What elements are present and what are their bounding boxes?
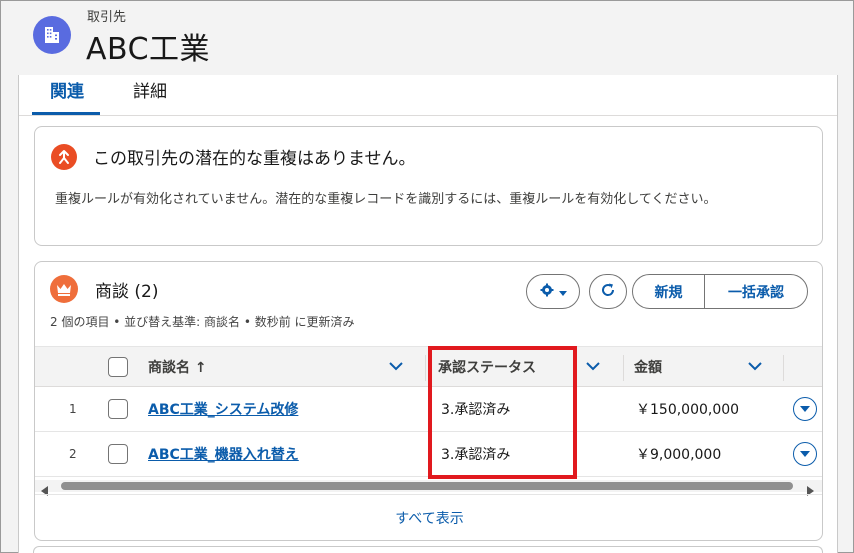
chevron-down-icon [748,359,762,375]
column-divider [425,355,426,381]
column-amount-label: 金額 [634,359,662,376]
settings-menu-button[interactable] [526,274,580,309]
bulk-approve-button[interactable]: 一括承認 [705,275,807,308]
column-header-status[interactable]: 承認ステータス [438,347,536,386]
column-menu-name[interactable] [389,347,403,386]
row-checkbox[interactable] [108,432,128,476]
duplicate-title: この取引先の潜在的な重複はありません。 [93,149,416,169]
action-button-group: 新規 一括承認 [632,274,808,309]
row-checkbox[interactable] [108,387,128,431]
merge-icon [51,144,77,170]
chevron-down-icon [389,359,403,375]
tab-related[interactable]: 関連 [32,81,100,115]
view-all-link[interactable]: すべて表示 [35,494,822,540]
record-header: 取引先 ABC工業 [18,0,838,72]
duplicate-message: 重複ルールが有効化されていません。潜在的な重複レコードを識別するには、重複ルール… [55,192,717,207]
related-list-title[interactable]: 商談 (2) [95,277,158,302]
caret-down-icon [800,401,810,417]
row-action-button[interactable] [793,387,817,431]
tab-details[interactable]: 詳細 [133,81,167,115]
scrollbar-thumb[interactable] [61,482,793,490]
horizontal-scrollbar[interactable] [35,480,822,496]
column-header-amount[interactable]: 金額 [634,347,662,386]
column-divider [783,355,784,381]
column-menu-amount[interactable] [748,347,762,386]
approval-status: 3.承認済み [441,402,511,418]
gear-icon [539,282,555,302]
refresh-icon [600,282,616,302]
row-number: 2 [69,447,77,461]
building-icon [33,16,71,54]
table-row: 1 ABC工業_システム改修 3.承認済み ￥150,000,000 [35,387,822,432]
column-name-label: 商談名 ↑ [148,359,207,376]
related-list-meta: 2 個の項目 • 並び替え基準: 商談名 • 数秒前 に更新済み [50,315,355,329]
table-header: 商談名 ↑ 承認ステータス 金額 [35,346,822,387]
approval-status: 3.承認済み [441,447,511,463]
caret-down-icon [559,282,567,301]
column-menu-status[interactable] [586,347,600,386]
table-row: 2 ABC工業_機器入れ替え 3.承認済み ￥9,000,000 [35,432,822,477]
row-action-button[interactable] [793,432,817,476]
tab-bar: 関連 詳細 [19,75,837,116]
opportunity-name-link[interactable]: ABC工業_システム改修 [148,399,298,419]
select-all-checkbox[interactable] [108,347,128,386]
column-divider [623,355,624,381]
column-status-label: 承認ステータス [438,359,536,376]
refresh-button[interactable] [589,274,627,309]
amount-value: ￥9,000,000 [636,447,722,463]
crown-icon [50,275,78,303]
column-header-name[interactable]: 商談名 ↑ [148,347,207,386]
duplicate-check-card: この取引先の潜在的な重複はありません。 重複ルールが有効化されていません。潜在的… [34,126,823,246]
amount-value: ￥150,000,000 [636,402,740,418]
new-button[interactable]: 新規 [633,275,705,308]
record-title: ABC工業 [86,32,211,67]
object-type-label: 取引先 [87,10,127,25]
chevron-down-icon [586,359,600,375]
row-number: 1 [69,402,77,416]
caret-down-icon [800,446,810,462]
opportunity-name-link[interactable]: ABC工業_機器入れ替え [148,444,299,464]
opportunities-related-list: 商談 (2) 2 個の項目 • 並び替え基準: 商談名 • 数秒前 に更新済み [34,261,823,541]
record-body: 関連 詳細 この取引先の潜在的な重複はありません。 重複ルールが有効化されていま… [18,75,838,553]
next-card-edge [33,546,823,553]
